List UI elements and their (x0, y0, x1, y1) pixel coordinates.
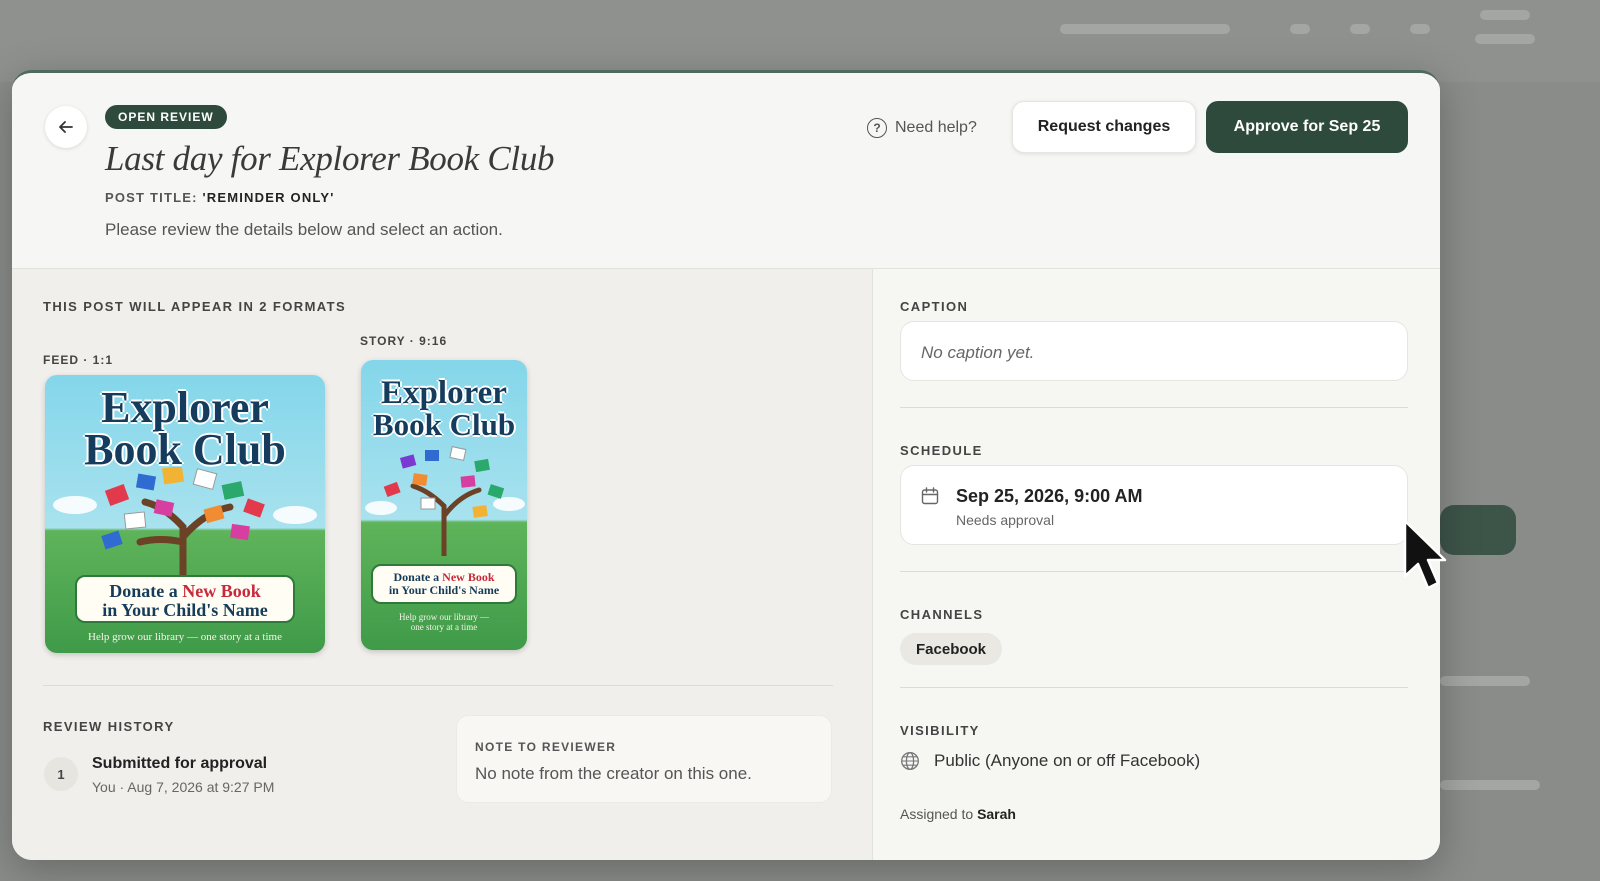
schedule-field[interactable]: Sep 25, 2026, 9:00 AM Needs approval (900, 465, 1408, 545)
review-history-heading: REVIEW HISTORY (43, 719, 175, 734)
poster-banner-text: Donate a (109, 581, 178, 601)
review-modal: OPEN REVIEW Last day for Explorer Book C… (12, 70, 1440, 860)
status-badge: OPEN REVIEW (105, 105, 227, 129)
background-sign-out (1475, 34, 1535, 44)
preview-panel: THIS POST WILL APPEAR IN 2 FORMATS FEED … (12, 269, 872, 860)
poster-banner-line2: in Your Child's Name (102, 599, 268, 620)
divider (900, 571, 1408, 572)
history-step-number: 1 (44, 757, 78, 791)
post-title: POST TITLE: 'REMINDER ONLY' (105, 190, 335, 205)
poster-title-line2: Book Club (84, 425, 286, 474)
background-settings-icon (1410, 24, 1430, 34)
formats-heading: THIS POST WILL APPEAR IN 2 FORMATS (43, 299, 347, 314)
poster-tagline: Help grow our library — one story at a t… (88, 631, 282, 643)
modal-header: OPEN REVIEW Last day for Explorer Book C… (12, 73, 1440, 269)
instructions-text: Please review the details below and sele… (105, 220, 503, 239)
story-banner-highlight: New Book (442, 570, 495, 584)
history-item-title: Submitted for approval (92, 755, 268, 772)
page-title: Last day for Explorer Book Club (105, 139, 555, 178)
details-panel: CAPTION No caption yet. SCHEDULE Sep 25,… (872, 269, 1440, 860)
mouse-pointer-icon (1403, 519, 1447, 590)
question-circle-icon: ? (867, 118, 887, 138)
assigned-prefix: Assigned to (900, 806, 974, 822)
back-button[interactable] (45, 106, 87, 148)
caption-field[interactable]: No caption yet. (900, 321, 1408, 381)
feed-format-label: FEED · 1:1 (43, 353, 114, 367)
globe-icon (901, 752, 919, 770)
note-label: NOTE TO REVIEWER (475, 740, 617, 754)
channels-heading: CHANNELS (900, 607, 984, 622)
schedule-heading: SCHEDULE (900, 443, 983, 458)
visibility-value: Public (Anyone on or off Facebook) (934, 751, 1201, 770)
visibility-row: Public (Anyone on or off Facebook) (900, 751, 1200, 771)
story-title-line2: Book Club (372, 407, 516, 442)
background-account-switcher (1060, 24, 1230, 34)
background-action-button (1440, 505, 1516, 555)
caption-placeholder: No caption yet. (921, 343, 1035, 362)
story-banner-line2: in Your Child's Name (388, 582, 500, 597)
request-changes-button[interactable]: Request changes (1012, 101, 1196, 153)
story-banner-text: Donate a (393, 570, 440, 584)
background-user-name (1480, 10, 1530, 20)
poster-title-line1: Explorer (101, 383, 269, 432)
book-tree-illustration (53, 467, 317, 577)
story-banner: Donate a New Book in Your Child's Name (371, 564, 517, 604)
story-title-line1: Explorer (381, 375, 507, 411)
assignment-text: Assigned to Sarah (900, 806, 1016, 822)
divider (900, 407, 1408, 408)
visibility-heading: VISIBILITY (900, 723, 980, 738)
poster-banner-highlight: New Book (182, 581, 261, 601)
schedule-datetime: Sep 25, 2026, 9:00 AM (956, 486, 1143, 506)
background-search-icon (1290, 24, 1310, 34)
help-label: Need help? (895, 119, 977, 136)
calendar-icon (921, 487, 939, 505)
background-text (1440, 676, 1530, 686)
poster-banner: Donate a New Book in Your Child's Name (75, 575, 295, 623)
note-to-reviewer-card: NOTE TO REVIEWER No note from the creato… (456, 715, 832, 803)
feed-preview-image[interactable]: Explorer Book Club Donate a New Book in … (45, 375, 325, 653)
background-text (1440, 780, 1540, 790)
arrow-left-icon (59, 121, 73, 133)
divider (900, 687, 1408, 688)
story-format-label: STORY · 9:16 (360, 334, 448, 348)
story-book-tree-illustration (365, 446, 525, 556)
help-link[interactable]: ? Need help? (867, 118, 977, 138)
channel-chip-facebook: Facebook (900, 633, 1003, 665)
post-title-value: 'REMINDER ONLY' (202, 190, 335, 205)
history-item-meta: You · Aug 7, 2026 at 9:27 PM (92, 779, 275, 795)
assignee-name: Sarah (977, 806, 1016, 822)
schedule-status: Needs approval (956, 512, 1055, 528)
post-title-label: POST TITLE: (105, 190, 198, 205)
background-notification-icon (1350, 24, 1370, 34)
note-text: No note from the creator on this one. (475, 764, 752, 783)
story-tagline-line2: one story at a time (410, 622, 478, 633)
story-tagline-line1: Help grow our library — (399, 612, 489, 622)
story-tagline: Help grow our library — one story at a t… (361, 612, 527, 633)
story-preview-image[interactable]: Explorer Book Club Donate a New Book in (361, 360, 527, 650)
caption-heading: CAPTION (900, 299, 969, 314)
divider (43, 685, 833, 686)
approve-button[interactable]: Approve for Sep 25 (1206, 101, 1408, 153)
